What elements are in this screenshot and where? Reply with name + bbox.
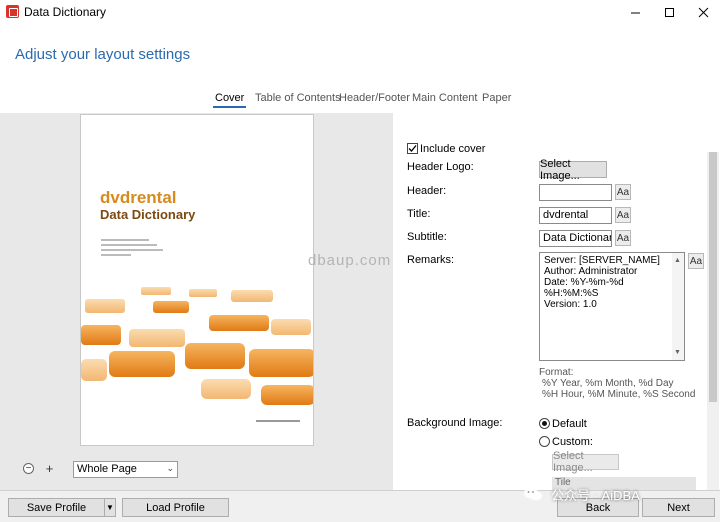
checkmark-icon xyxy=(408,145,417,152)
bg-default-radio[interactable] xyxy=(539,418,550,429)
tab-header-footer[interactable]: Header/Footer xyxy=(339,92,410,104)
subtitle-font-button[interactable]: Aa xyxy=(615,230,631,246)
format-help-line: Format: xyxy=(539,367,574,378)
preview-subtitle: Data Dictionary xyxy=(100,207,196,222)
zoom-select-value: Whole Page xyxy=(77,463,137,475)
remarks-line: Author: Administrator xyxy=(544,266,638,277)
scroll-down-icon: ▼ xyxy=(674,349,681,356)
page-heading: Adjust your layout settings xyxy=(15,46,191,63)
background-image-label: Background Image: xyxy=(407,417,503,429)
format-help: Format: %Y Year, %m Month, %d Day %H Hou… xyxy=(539,367,695,400)
bg-custom-label: Custom: xyxy=(552,436,593,448)
remarks-scrollbar[interactable]: ▲ ▼ xyxy=(672,253,684,360)
tab-paper[interactable]: Paper xyxy=(482,92,511,104)
header-label: Header: xyxy=(407,185,447,197)
remarks-line: Date: %Y-%m-%d %H:%M:%S xyxy=(544,277,624,299)
preview-remarks-lines xyxy=(101,239,171,259)
title-bar: Data Dictionary xyxy=(0,0,720,24)
include-cover-label: Include cover xyxy=(420,143,486,155)
wechat-icon xyxy=(524,487,542,501)
preview-title: dvdrental xyxy=(100,188,177,207)
bg-select-image-button[interactable]: Select Image... xyxy=(552,450,619,474)
remarks-font-button[interactable]: Aa xyxy=(688,253,704,269)
cover-page-preview: dvdrental Data Dictionary xyxy=(80,114,314,446)
bg-custom-radio[interactable] xyxy=(539,436,550,447)
minus-icon: − xyxy=(25,462,32,474)
scroll-up-icon: ▲ xyxy=(674,257,681,264)
tab-cover[interactable]: Cover xyxy=(212,92,247,108)
caret-down-icon: ▼ xyxy=(106,503,114,512)
tab-bar: Cover Table of Contents Header/Footer Ma… xyxy=(0,92,720,110)
cover-artwork xyxy=(81,285,313,405)
save-profile-button[interactable]: Save Profile xyxy=(8,498,105,517)
remarks-line: Server: [SERVER_NAME] xyxy=(544,255,660,266)
maximize-icon xyxy=(664,7,674,17)
preview-footer-line xyxy=(256,420,300,422)
wechat-account-label: 公众号 · AiDBA xyxy=(551,487,640,503)
minimize-button[interactable] xyxy=(618,0,652,24)
zoom-in-button[interactable]: + xyxy=(44,461,55,476)
window-title: Data Dictionary xyxy=(24,5,107,19)
zoom-out-button[interactable]: − xyxy=(23,463,34,474)
header-font-button[interactable]: Aa xyxy=(615,184,631,200)
title-input[interactable]: dvdrental xyxy=(539,207,612,224)
save-profile-dropdown[interactable]: ▼ xyxy=(104,498,116,517)
load-profile-button[interactable]: Load Profile xyxy=(122,498,229,517)
header-input[interactable] xyxy=(539,184,612,201)
zoom-select[interactable]: Whole Page ⌄ xyxy=(73,461,178,478)
title-font-button[interactable]: Aa xyxy=(615,207,631,223)
minimize-icon xyxy=(630,12,640,13)
bg-default-label: Default xyxy=(552,418,587,430)
maximize-button[interactable] xyxy=(652,0,686,24)
wechat-watermark: 公众号 · AiDBA xyxy=(523,484,720,504)
include-cover-checkbox[interactable] xyxy=(407,143,418,154)
chevron-down-icon: ⌄ xyxy=(166,463,174,473)
format-help-line: %Y Year, %m Month, %d Day xyxy=(542,378,674,389)
header-logo-select-button[interactable]: Select Image... xyxy=(539,158,607,182)
format-help-line: %H Hour, %M Minute, %S Second xyxy=(542,389,696,400)
remarks-textarea[interactable]: Server: [SERVER_NAME] Author: Administra… xyxy=(539,252,685,361)
subtitle-input[interactable]: Data Dictionary xyxy=(539,230,612,247)
plus-icon: + xyxy=(45,461,54,476)
title-label: Title: xyxy=(407,208,431,220)
watermark-text: dbaup.com xyxy=(308,252,392,269)
header-logo-label: Header Logo: xyxy=(407,161,474,173)
close-button[interactable] xyxy=(686,0,720,24)
close-icon xyxy=(698,7,708,17)
app-icon xyxy=(6,5,19,18)
remarks-line: Version: 1.0 xyxy=(544,299,597,310)
tab-table-of-contents[interactable]: Table of Contents xyxy=(255,92,341,104)
tab-main-content[interactable]: Main Content xyxy=(412,92,477,104)
settings-scrollbar[interactable] xyxy=(707,152,719,490)
settings-scrollbar-thumb[interactable] xyxy=(709,152,717,402)
remarks-label: Remarks: xyxy=(407,254,455,266)
subtitle-label: Subtitle: xyxy=(407,231,447,243)
